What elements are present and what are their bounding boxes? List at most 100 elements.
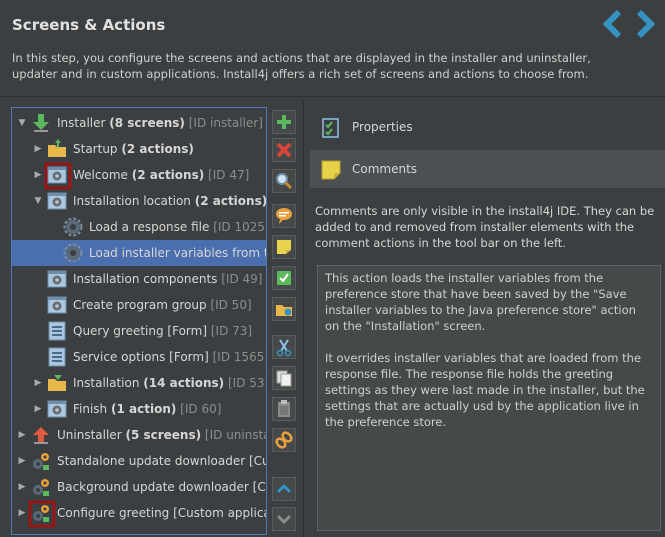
tree-row-label: Uninstaller (5 screens) [ID uninstaller]: [57, 422, 266, 448]
tree-row-name: Load installer variables from t...: [89, 246, 267, 260]
tree-row-name: Service options [Form]: [73, 350, 209, 364]
tab-properties[interactable]: Properties: [310, 108, 665, 146]
tree-row-label: Query greeting [Form] [ID 73]: [73, 318, 252, 344]
form-icon: [47, 347, 67, 367]
delete-button[interactable]: [272, 138, 296, 162]
tree-row-id: [ID 1025]: [213, 220, 267, 234]
folder-add-button[interactable]: [272, 297, 296, 321]
cut-icon: [274, 337, 294, 357]
comment-button[interactable]: [272, 204, 296, 228]
link-button[interactable]: [272, 428, 296, 452]
search-button[interactable]: [272, 169, 296, 193]
tree-row[interactable]: Create program group [ID 50]: [12, 292, 266, 318]
tree-row-id: [ID 73]: [210, 324, 253, 338]
tree-row[interactable]: ▶ Installation (14 actions) [ID 53]: [12, 370, 266, 396]
panel-separator: [303, 100, 304, 537]
comments-description: Comments are only visible in the install…: [315, 204, 655, 250]
tree-row-label: Background update downloader [C...: [57, 474, 267, 500]
tree-row[interactable]: ▼ Installation location (2 actions) [I...: [12, 188, 266, 214]
gears-icon: [31, 451, 51, 471]
header-separator: [0, 96, 665, 97]
tree-row-name: Finish: [73, 402, 108, 416]
cut-button[interactable]: [272, 335, 296, 359]
screen-gear-icon: [47, 269, 67, 289]
paste-button[interactable]: [272, 397, 296, 421]
navigation-arrows: [599, 8, 661, 40]
tree-row-name: Load a response file: [89, 220, 210, 234]
add-button[interactable]: [272, 110, 296, 134]
paste-icon: [274, 399, 294, 419]
properties-icon: [320, 116, 342, 138]
comment-text-area[interactable]: This action loads the installer variable…: [317, 265, 661, 531]
tree-row-count: (5 screens): [125, 428, 202, 442]
collapse-arrow-icon[interactable]: ▼: [17, 110, 27, 136]
search-icon: [274, 171, 294, 191]
tree-row-label: Load a response file [ID 1025]: [89, 214, 267, 240]
expand-arrow-icon[interactable]: ▶: [33, 136, 43, 162]
move-down-button[interactable]: [272, 507, 296, 531]
tree-row-name: Installer: [57, 116, 106, 130]
green-down-arrow-icon: [31, 113, 51, 133]
page-title: Screens & Actions: [12, 16, 166, 34]
check-button[interactable]: [272, 266, 296, 290]
tree-row[interactable]: ▶ Startup (2 actions): [12, 136, 266, 162]
expand-arrow-icon[interactable]: ▶: [17, 422, 27, 448]
tab-label: Comments: [352, 162, 418, 176]
tree-row[interactable]: ▶ Uninstaller (5 screens) [ID uninstaller…: [12, 422, 266, 448]
screens-actions-tree[interactable]: ▼ Installer (8 screens) [ID installer] ▶ St…: [11, 107, 267, 535]
tree-row-name: Background update downloader [C...: [57, 480, 267, 494]
move-up-icon: [274, 479, 294, 499]
startup-folder-icon: [47, 139, 67, 159]
tree-row-name: Standalone update downloader [Cu...: [57, 454, 267, 468]
expand-arrow-icon[interactable]: ▶: [33, 370, 43, 396]
tree-row[interactable]: Query greeting [Form] [ID 73]: [12, 318, 266, 344]
check-icon: [274, 268, 294, 288]
move-up-button[interactable]: [272, 477, 296, 501]
screen-gear-icon: [47, 295, 67, 315]
tab-comments[interactable]: Comments: [310, 150, 665, 188]
gears-icon: [31, 477, 51, 497]
tree-row-id: [ID 53]: [227, 376, 267, 390]
tree-row-name: Uninstaller: [57, 428, 122, 442]
tree-row-label: Standalone update downloader [Cu...: [57, 448, 267, 474]
sticky-note-button[interactable]: [272, 235, 296, 259]
expand-arrow-icon[interactable]: ▶: [33, 396, 43, 422]
copy-icon: [274, 368, 294, 388]
tree-row[interactable]: Service options [Form] [ID 1565]: [12, 344, 266, 370]
link-icon: [274, 430, 294, 450]
add-icon: [274, 112, 294, 132]
gear-icon: [63, 217, 83, 237]
tree-row[interactable]: ▶ Finish (1 action) [ID 60]: [12, 396, 266, 422]
red-up-arrow-icon: [31, 425, 51, 445]
collapse-arrow-icon[interactable]: ▼: [33, 188, 43, 214]
sticky-note-icon: [274, 237, 294, 257]
expand-arrow-icon[interactable]: ▶: [33, 162, 43, 188]
tree-row[interactable]: ▶ Standalone update downloader [Cu...: [12, 448, 266, 474]
tree-row[interactable]: ▼ Installer (8 screens) [ID installer]: [12, 110, 266, 136]
form-icon: [47, 321, 67, 341]
expand-arrow-icon[interactable]: ▶: [17, 500, 27, 526]
screen-gear-icon: [47, 191, 67, 211]
tree-row[interactable]: Load installer variables from t...: [12, 240, 266, 266]
expand-arrow-icon[interactable]: ▶: [17, 474, 27, 500]
tree-row-count: (1 action): [111, 402, 177, 416]
right-panel: Properties Comments Comments are only vi…: [310, 107, 665, 537]
delete-icon: [274, 140, 294, 160]
comment-paragraph: This action loads the installer variable…: [325, 271, 636, 333]
tree-row[interactable]: ▶ Background update downloader [C...: [12, 474, 266, 500]
tree-row-label: Configure greeting [Custom applica...: [57, 500, 266, 526]
copy-button[interactable]: [272, 366, 296, 390]
screen-gear-icon: [47, 399, 67, 419]
tree-row-label: Create program group [ID 50]: [73, 292, 252, 318]
highlight-box: [45, 163, 71, 189]
forward-arrow-icon[interactable]: [631, 8, 659, 40]
tree-row-label: Load installer variables from t...: [89, 240, 267, 266]
highlight-box: [29, 501, 55, 527]
expand-arrow-icon[interactable]: ▶: [17, 448, 27, 474]
tree-row[interactable]: Installation components [ID 49]: [12, 266, 266, 292]
tree-row-label: Installation location (2 actions) [I...: [73, 188, 266, 214]
tree-row-name: Welcome: [73, 168, 128, 182]
back-arrow-icon[interactable]: [599, 8, 627, 40]
tree-row[interactable]: Load a response file [ID 1025]: [12, 214, 266, 240]
tree-row-name: Installation location: [73, 194, 191, 208]
